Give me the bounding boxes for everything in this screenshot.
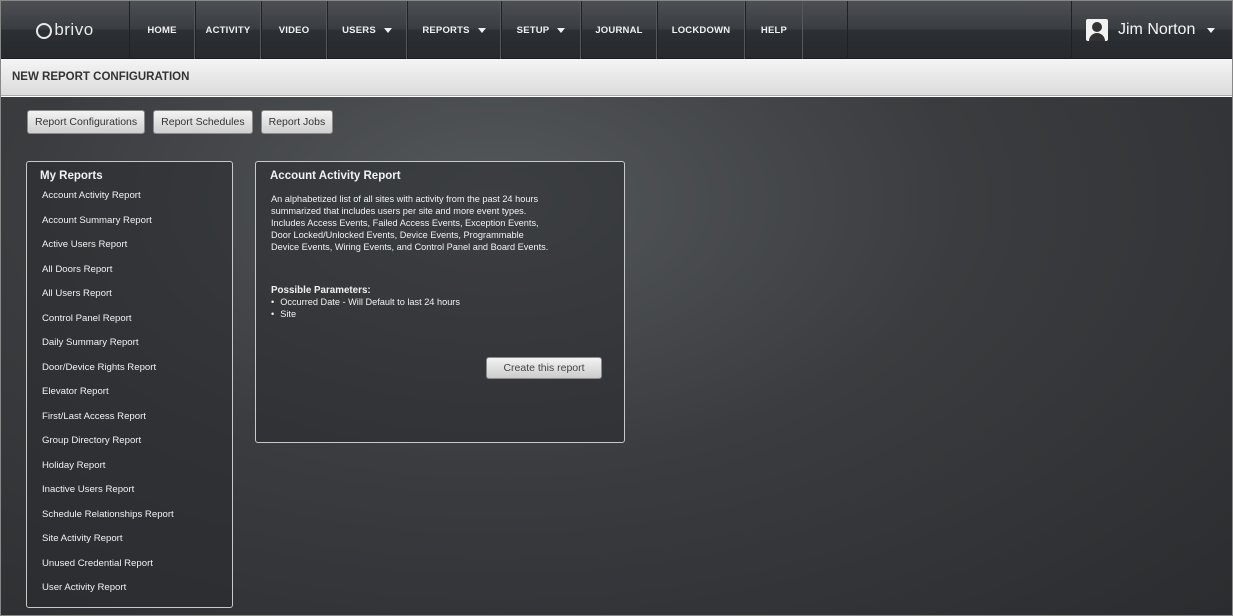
report-link-account-summary[interactable]: Account Summary Report bbox=[42, 215, 174, 240]
report-link-first-last-access[interactable]: First/Last Access Report bbox=[42, 411, 174, 436]
report-link-schedule-relationships[interactable]: Schedule Relationships Report bbox=[42, 509, 174, 534]
page-title-bar: NEW REPORT CONFIGURATION bbox=[1, 59, 1232, 96]
chevron-down-icon bbox=[477, 27, 486, 33]
page-title: NEW REPORT CONFIGURATION bbox=[12, 71, 190, 83]
logo-ring-icon bbox=[36, 23, 53, 39]
user-menu[interactable]: Jim Norton bbox=[1071, 1, 1232, 59]
report-link-site-activity[interactable]: Site Activity Report bbox=[42, 533, 174, 558]
param-item: Site bbox=[271, 308, 460, 320]
report-link-all-doors[interactable]: All Doors Report bbox=[42, 264, 174, 289]
top-nav-bar: brivo HOME ACTIVITY VIDEO USERS REPORTS … bbox=[1, 1, 1232, 59]
report-link-unused-credential[interactable]: Unused Credential Report bbox=[42, 558, 174, 583]
report-link-elevator[interactable]: Elevator Report bbox=[42, 386, 174, 411]
report-link-active-users[interactable]: Active Users Report bbox=[42, 239, 174, 264]
report-link-user-activity[interactable]: User Activity Report bbox=[42, 582, 174, 607]
create-report-button[interactable]: Create this report bbox=[486, 357, 602, 379]
nav-users[interactable]: USERS bbox=[327, 1, 407, 59]
main-nav: HOME ACTIVITY VIDEO USERS REPORTS SETUP … bbox=[129, 1, 803, 59]
logo-text: brivo bbox=[54, 20, 94, 39]
nav-help[interactable]: HELP bbox=[745, 1, 803, 59]
report-link-daily-summary[interactable]: Daily Summary Report bbox=[42, 337, 174, 362]
report-detail-title: Account Activity Report bbox=[270, 170, 401, 182]
params-title: Possible Parameters: bbox=[271, 285, 371, 296]
nav-home[interactable]: HOME bbox=[129, 1, 195, 59]
nav-video[interactable]: VIDEO bbox=[261, 1, 327, 59]
main-content: Report Configurations Report Schedules R… bbox=[1, 97, 1232, 615]
report-description: An alphabetized list of all sites with a… bbox=[271, 194, 549, 253]
report-link-group-directory[interactable]: Group Directory Report bbox=[42, 435, 174, 460]
nav-spacer bbox=[847, 1, 1071, 59]
report-detail-panel: Account Activity Report An alphabetized … bbox=[255, 161, 625, 443]
tab-report-schedules[interactable]: Report Schedules bbox=[153, 110, 253, 134]
user-name: Jim Norton bbox=[1118, 21, 1196, 38]
report-link-account-activity[interactable]: Account Activity Report bbox=[42, 190, 174, 215]
nav-lockdown[interactable]: LOCKDOWN bbox=[657, 1, 745, 59]
nav-activity[interactable]: ACTIVITY bbox=[195, 1, 261, 59]
report-link-door-device-rights[interactable]: Door/Device Rights Report bbox=[42, 362, 174, 387]
nav-reports[interactable]: REPORTS bbox=[407, 1, 501, 59]
report-list: Account Activity Report Account Summary … bbox=[42, 190, 174, 607]
app-frame: brivo HOME ACTIVITY VIDEO USERS REPORTS … bbox=[0, 0, 1233, 616]
my-reports-panel: My Reports Account Activity Report Accou… bbox=[26, 161, 233, 608]
report-link-all-users[interactable]: All Users Report bbox=[42, 288, 174, 313]
report-link-inactive-users[interactable]: Inactive Users Report bbox=[42, 484, 174, 509]
tab-report-jobs[interactable]: Report Jobs bbox=[260, 110, 334, 134]
chevron-down-icon bbox=[1207, 27, 1216, 33]
chevron-down-icon bbox=[557, 27, 566, 33]
tab-report-configurations[interactable]: Report Configurations bbox=[27, 110, 146, 134]
report-tabs: Report Configurations Report Schedules R… bbox=[27, 110, 334, 134]
nav-setup[interactable]: SETUP bbox=[501, 1, 581, 59]
report-link-holiday[interactable]: Holiday Report bbox=[42, 460, 174, 485]
brivo-logo[interactable]: brivo bbox=[1, 1, 129, 59]
param-item: Occurred Date - Will Default to last 24 … bbox=[271, 296, 460, 308]
my-reports-title: My Reports bbox=[40, 170, 103, 182]
report-link-control-panel[interactable]: Control Panel Report bbox=[42, 313, 174, 338]
nav-journal[interactable]: JOURNAL bbox=[581, 1, 657, 59]
params-list: Occurred Date - Will Default to last 24 … bbox=[271, 296, 460, 320]
chevron-down-icon bbox=[383, 27, 392, 33]
user-avatar-icon bbox=[1086, 19, 1108, 41]
